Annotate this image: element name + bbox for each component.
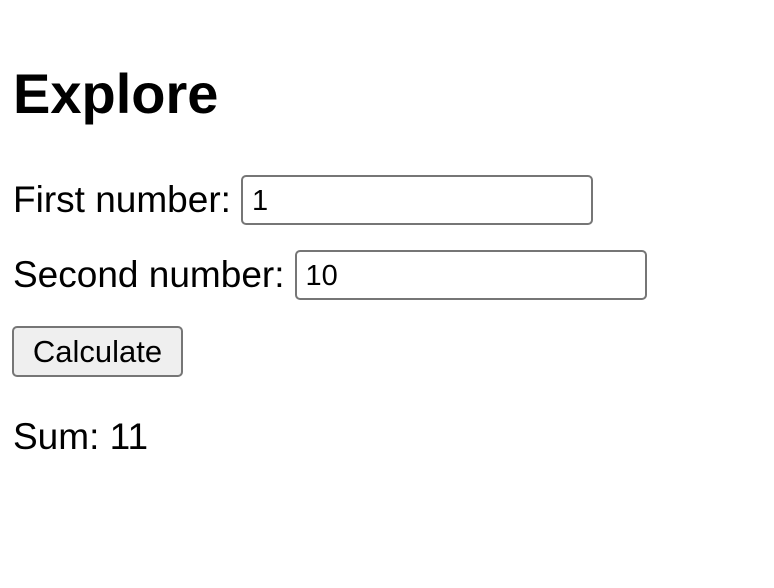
second-number-row: Second number: bbox=[13, 250, 647, 300]
sum-label: Sum: bbox=[13, 416, 100, 457]
second-number-label: Second number: bbox=[13, 254, 285, 295]
first-number-input[interactable] bbox=[240, 175, 593, 225]
page-title: Explore bbox=[13, 62, 219, 125]
second-number-input[interactable] bbox=[294, 250, 647, 300]
sum-result: Sum: 11 bbox=[13, 415, 148, 459]
page: Explore First number: Second number: Cal… bbox=[0, 0, 774, 588]
sum-value: 11 bbox=[109, 416, 149, 457]
calculate-button[interactable]: Calculate bbox=[12, 326, 183, 377]
first-number-label: First number: bbox=[13, 179, 231, 220]
first-number-row: First number: bbox=[13, 175, 593, 225]
